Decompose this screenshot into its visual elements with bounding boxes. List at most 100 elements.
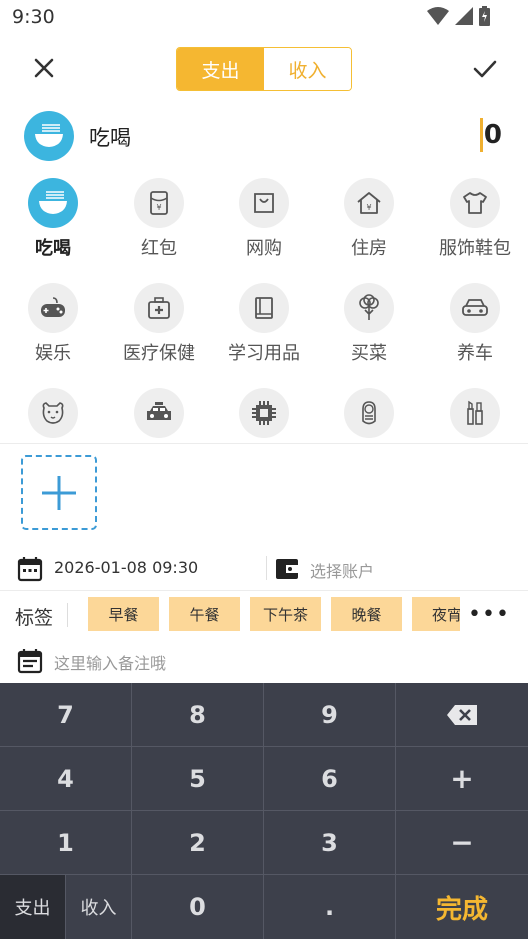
category-item-study[interactable]: 学习用品 [211, 283, 317, 365]
status-icons [427, 6, 490, 26]
wallet-icon [276, 559, 298, 579]
tshirt-icon [463, 192, 487, 214]
category-item-food[interactable]: 吃喝 [0, 178, 106, 260]
category-label: 学习用品 [228, 343, 300, 364]
check-icon [473, 60, 497, 78]
noodle-bowl-icon [35, 124, 63, 147]
key-6[interactable]: 6 [264, 747, 396, 811]
tab-income[interactable]: 收入 [264, 48, 351, 90]
pet-dog-icon [42, 402, 64, 424]
key-0[interactable]: 0 [132, 875, 264, 939]
house-icon: ¥ [357, 192, 381, 214]
taxi-icon [147, 402, 171, 420]
svg-text:¥: ¥ [156, 203, 161, 212]
key-5[interactable]: 5 [132, 747, 264, 811]
selected-category-name: 吃喝 [89, 126, 131, 150]
category-label: 服饰鞋包 [439, 238, 511, 259]
tab-expense[interactable]: 支出 [177, 48, 264, 90]
key-4[interactable]: 4 [0, 747, 132, 811]
category-item-entertainment[interactable]: 娱乐 [0, 283, 106, 365]
done-button[interactable]: 完成 [396, 875, 528, 939]
category-item-groceries[interactable]: 买菜 [316, 283, 422, 365]
tags-list: 早餐 午餐 下午茶 晚餐 夜宵 [88, 597, 460, 631]
signal-icon [455, 7, 473, 25]
tag-chip[interactable]: 午餐 [169, 597, 240, 631]
shopping-bag-icon [254, 193, 274, 213]
add-photo-button[interactable] [21, 455, 97, 530]
book-icon [255, 297, 273, 319]
svg-text:¥: ¥ [366, 203, 371, 212]
category-item-housing[interactable]: ¥ 住房 [316, 178, 422, 260]
account-selector[interactable]: 选择账户 [310, 558, 374, 582]
gamepad-icon [41, 297, 65, 317]
chip-icon [252, 401, 276, 425]
minus-key[interactable]: − [396, 811, 528, 875]
close-button[interactable] [28, 52, 60, 84]
wifi-icon [427, 7, 449, 25]
text-cursor [479, 118, 483, 152]
red-envelope-icon: ¥ [150, 191, 168, 215]
key-9[interactable]: 9 [264, 683, 396, 747]
plus-key[interactable]: + [396, 747, 528, 811]
category-item-cosmetics[interactable] [422, 388, 528, 440]
tag-chip[interactable]: 早餐 [88, 597, 159, 631]
category-item-red-envelope[interactable]: ¥ 红包 [106, 178, 212, 260]
note-input[interactable]: 这里输入备注哦 [54, 650, 166, 674]
vegetable-icon [359, 294, 379, 320]
key-2[interactable]: 2 [132, 811, 264, 875]
income-toggle-key[interactable]: 收入 [66, 875, 132, 939]
noodle-bowl-icon [39, 191, 67, 214]
selected-category-icon [24, 111, 74, 161]
divider [0, 590, 528, 591]
backspace-key[interactable] [396, 683, 528, 747]
category-label: 吃喝 [35, 238, 71, 259]
category-label: 住房 [351, 238, 387, 259]
category-item-car-care[interactable]: 养车 [422, 283, 528, 365]
expense-toggle-key[interactable]: 支出 [0, 875, 66, 939]
category-grid: 吃喝 ¥ 红包 网购 ¥ 住房 服饰鞋包 娱乐 医疗保健 学习用品 买菜 养车 [0, 178, 528, 440]
number-keypad: 7 8 9 4 5 6 + 1 2 3 − 支出 收入 0 . 完成 [0, 683, 528, 939]
tags-separator [67, 603, 68, 627]
plus-icon [42, 475, 76, 510]
category-label: 娱乐 [35, 343, 71, 364]
tag-chip[interactable]: 晚餐 [331, 597, 402, 631]
first-aid-kit-icon [148, 297, 170, 319]
backspace-icon [447, 704, 477, 725]
amount-value: 0 [483, 120, 502, 150]
type-switch: 支出 收入 [176, 47, 352, 91]
amount-display: 0 [479, 118, 502, 152]
category-item-medical[interactable]: 医疗保健 [106, 283, 212, 365]
tag-chip[interactable]: 夜宵 [412, 597, 460, 631]
category-label: 养车 [457, 343, 493, 364]
divider [0, 443, 528, 444]
key-1[interactable]: 1 [0, 811, 132, 875]
category-label: 网购 [246, 238, 282, 259]
calendar-icon [17, 557, 43, 582]
date-time-picker[interactable]: 2026-01-08 09:30 [54, 558, 198, 577]
category-item-online-shopping[interactable]: 网购 [211, 178, 317, 260]
category-item-baby[interactable] [316, 388, 422, 440]
cosmetics-icon [467, 400, 483, 425]
category-item-taxi[interactable] [106, 388, 212, 440]
category-item-pet[interactable] [0, 388, 106, 440]
category-label: 买菜 [351, 343, 387, 364]
status-time: 9:30 [12, 6, 55, 28]
confirm-button[interactable] [468, 52, 502, 86]
tag-chip[interactable]: 下午茶 [250, 597, 321, 631]
close-icon [34, 58, 54, 78]
status-bar: 9:30 [0, 0, 528, 36]
more-tags-button[interactable]: ••• [468, 602, 510, 627]
key-3[interactable]: 3 [264, 811, 396, 875]
note-icon [17, 649, 43, 674]
key-dot[interactable]: . [264, 875, 396, 939]
key-7[interactable]: 7 [0, 683, 132, 747]
key-8[interactable]: 8 [132, 683, 264, 747]
category-item-digital[interactable] [211, 388, 317, 440]
category-item-clothing[interactable]: 服饰鞋包 [422, 178, 528, 260]
vertical-divider [266, 556, 267, 580]
category-label: 医疗保健 [123, 343, 195, 364]
baby-icon [362, 401, 376, 425]
tags-label: 标签 [15, 607, 54, 629]
category-label: 红包 [141, 238, 177, 259]
battery-icon [479, 6, 490, 26]
